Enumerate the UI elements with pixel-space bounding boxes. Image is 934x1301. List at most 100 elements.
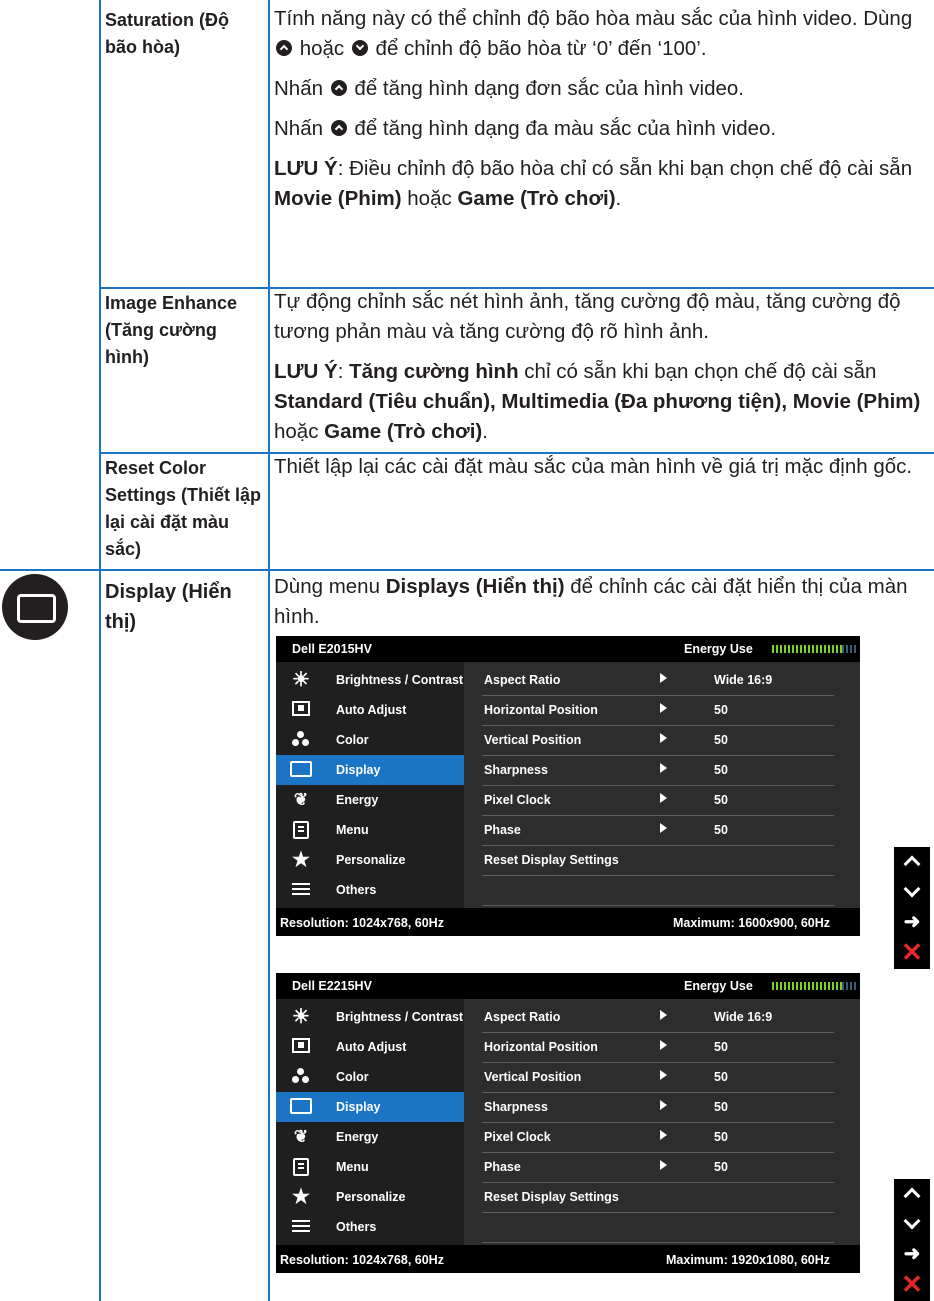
osd-menu-item[interactable]: Display <box>276 1092 464 1122</box>
osd-menu-item[interactable]: ★ Personalize <box>276 845 464 875</box>
osd-setting-row <box>482 1212 834 1243</box>
osd-setting-name: Aspect Ratio <box>484 673 561 687</box>
osd-menu: ☀ Brightness / Contrast Auto Adjust Color Di… <box>276 662 464 908</box>
osd-setting-row[interactable]: Pixel Clock 50 <box>482 1122 834 1153</box>
image-enhance-label: Image Enhance (Tăng cường hình) <box>105 293 238 367</box>
osd-setting-value: 50 <box>714 703 728 717</box>
osd-menu-item[interactable]: Color <box>276 1062 464 1092</box>
osd-menu-item[interactable]: ❦ Energy <box>276 1122 464 1152</box>
osd-setting-value: 50 <box>714 823 728 837</box>
osd-settings: Aspect Ratio Wide 16:9 Horizontal Position… <box>464 662 860 936</box>
text: : <box>337 360 350 383</box>
manual-page: Saturation (Độ bão hòa) Tính năng này có… <box>0 0 934 1301</box>
osd-setting-row[interactable]: Horizontal Position 50 <box>482 695 834 726</box>
osd-menu-item[interactable]: Auto Adjust <box>276 1032 464 1062</box>
osd-setting-value: Wide 16:9 <box>714 673 773 687</box>
osd-menu-item[interactable]: Others <box>276 1212 464 1242</box>
arrow-right-icon[interactable]: ➜ <box>894 907 930 937</box>
chevron-down-icon[interactable] <box>894 1209 930 1239</box>
osd-header: Dell E2215HV Energy Use <box>276 973 860 999</box>
text: Thiết lập lại các cài đặt màu sắc của mà… <box>274 455 913 478</box>
osd-setting-name: Vertical Position <box>484 733 582 747</box>
arrow-right-icon[interactable]: ➜ <box>894 1239 930 1269</box>
close-icon[interactable]: ✕ <box>894 1269 930 1299</box>
osd-setting-row[interactable]: Vertical Position 50 <box>482 725 834 756</box>
osd-setting-row[interactable]: Sharpness 50 <box>482 755 834 786</box>
energy-meter <box>772 645 858 653</box>
osd-menu-item[interactable]: Menu <box>276 1152 464 1182</box>
osd-setting-name: Horizontal Position <box>484 703 598 717</box>
osd-setting-name: Reset Display Settings <box>484 1190 619 1204</box>
osd-setting-row[interactable]: Horizontal Position 50 <box>482 1032 834 1063</box>
osd-setting-row[interactable]: Reset Display Settings <box>482 1182 834 1213</box>
arrow-right-icon <box>660 673 667 683</box>
text: . <box>482 420 488 443</box>
osd-footer: Resolution: 1024x768, 60Hz Maximum: 1920… <box>276 1245 860 1273</box>
osd-setting-name: Phase <box>484 823 521 837</box>
leaf-icon: ❦ <box>293 790 309 809</box>
color-dots-icon <box>288 731 314 749</box>
osd-menu-label: Color <box>336 733 369 747</box>
text: để tăng hình dạng đa màu sắc của hình vi… <box>348 117 777 140</box>
osd-menu-item[interactable]: ☀ Brightness / Contrast <box>276 1002 464 1032</box>
osd-setting-value: 50 <box>714 1070 728 1084</box>
osd-setting-value: 50 <box>714 1160 728 1174</box>
osd-setting-row[interactable]: Sharpness 50 <box>482 1092 834 1123</box>
osd-setting-row[interactable]: Phase 50 <box>482 1152 834 1183</box>
osd-menu-label: Others <box>336 1220 377 1234</box>
osd-setting-name: Sharpness <box>484 763 548 777</box>
close-icon[interactable]: ✕ <box>894 937 930 967</box>
osd-menu-item[interactable]: ★ Personalize <box>276 1182 464 1212</box>
up-button-icon <box>276 40 292 56</box>
osd-menu-item[interactable]: Others <box>276 875 464 905</box>
osd-setting-value: Wide 16:9 <box>714 1010 773 1024</box>
osd-menu-item[interactable]: Display <box>276 755 464 785</box>
down-button-icon <box>351 40 368 56</box>
arrow-right-icon <box>660 763 667 773</box>
osd-setting-row[interactable]: Phase 50 <box>482 815 834 846</box>
osd-menu-label: Menu <box>336 823 369 837</box>
osd-menu-label: Brightness / Contrast <box>336 1010 464 1024</box>
note-label: LƯU Ý <box>274 157 338 180</box>
arrow-right-icon <box>660 1010 667 1020</box>
osd-setting-row[interactable]: Vertical Position 50 <box>482 1062 834 1093</box>
leaf-icon: ❦ <box>293 1127 309 1146</box>
arrow-right-icon <box>660 1070 667 1080</box>
osd-setting-row[interactable]: Reset Display Settings <box>482 845 834 876</box>
chevron-down-icon[interactable] <box>894 877 930 907</box>
osd-menu-item[interactable]: Color <box>276 725 464 755</box>
color-dots-icon <box>288 1068 314 1086</box>
osd-menu-label: Personalize <box>336 1190 406 1204</box>
osd-menu: ☀ Brightness / Contrast Auto Adjust Color Di… <box>276 999 464 1245</box>
chevron-up-icon[interactable] <box>894 1179 930 1209</box>
text: hoặc <box>401 187 458 210</box>
osd-footer: Resolution: 1024x768, 60Hz Maximum: 1600… <box>276 908 860 936</box>
text: Dùng menu <box>274 575 386 598</box>
osd-menu-label: Menu <box>336 1160 369 1174</box>
star-icon: ★ <box>292 1186 310 1208</box>
osd-energy-label: Energy Use <box>684 642 753 656</box>
auto-adjust-icon <box>288 701 314 719</box>
osd-menu-item[interactable]: ☀ Brightness / Contrast <box>276 665 464 695</box>
osd-setting-name: Sharpness <box>484 1100 548 1114</box>
osd-setting-row[interactable]: Aspect Ratio Wide 16:9 <box>482 665 834 696</box>
osd-setting-row[interactable]: Aspect Ratio Wide 16:9 <box>482 1002 834 1033</box>
table-border-left <box>99 0 101 1301</box>
text: để tăng hình dạng đơn sắc của hình video… <box>348 77 744 100</box>
osd-menu-item[interactable]: ❦ Energy <box>276 785 464 815</box>
osd-model-name: Dell E2215HV <box>292 979 372 993</box>
text: . <box>615 187 622 210</box>
star-icon: ★ <box>292 849 310 871</box>
arrow-right-icon <box>660 733 667 743</box>
osd-screenshot-e2015hv: Dell E2015HV Energy Use ☀ Brightness / Co… <box>276 636 860 936</box>
osd-setting-name: Aspect Ratio <box>484 1010 561 1024</box>
text: : Điều chỉnh độ bão hòa chỉ có sẵn khi b… <box>337 157 913 180</box>
chevron-up-icon[interactable] <box>894 847 930 877</box>
osd-menu-item[interactable]: Menu <box>276 815 464 845</box>
osd-maximum: Maximum: 1600x900, 60Hz <box>672 916 830 930</box>
osd-menu-label: Display <box>336 763 381 777</box>
monitor-icon <box>288 1098 314 1116</box>
arrow-right-icon <box>660 823 667 833</box>
osd-setting-row[interactable]: Pixel Clock 50 <box>482 785 834 816</box>
osd-menu-item[interactable]: Auto Adjust <box>276 695 464 725</box>
